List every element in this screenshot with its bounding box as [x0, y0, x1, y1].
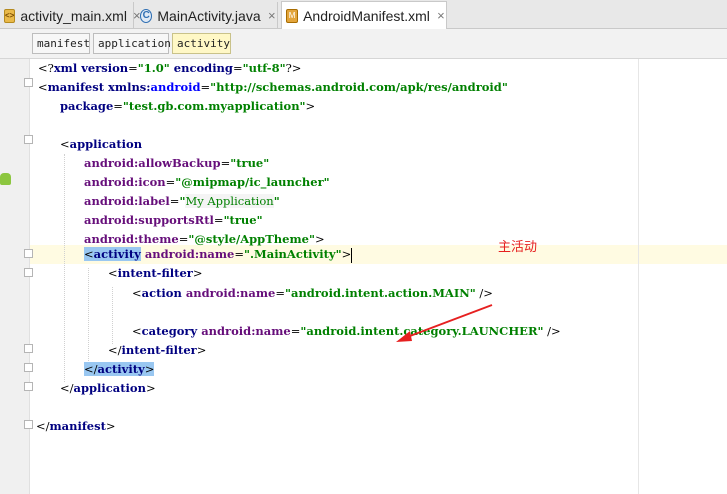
- tab-label: AndroidManifest.xml: [303, 7, 430, 24]
- code-line: <intent-filter>: [108, 266, 203, 280]
- fold-marker-icon[interactable]: [24, 268, 34, 278]
- tab-label: activity_main.xml: [20, 7, 127, 24]
- manifest-file-icon: M: [286, 8, 299, 23]
- fold-marker-icon[interactable]: [24, 420, 34, 430]
- code-line: package="test.gb.com.myapplication">: [60, 99, 316, 113]
- xml-file-icon: <>: [4, 8, 16, 23]
- fold-marker-icon[interactable]: [24, 382, 34, 392]
- breadcrumb-activity[interactable]: activity: [172, 33, 231, 54]
- code-line: <manifest xmlns:android="http://schemas.…: [38, 80, 508, 94]
- code-line-activity: <activity android:name=".MainActivity">: [84, 247, 353, 263]
- code-line: </intent-filter>: [108, 343, 207, 357]
- tab-activity-main-xml[interactable]: <> activity_main.xml ×: [0, 2, 141, 29]
- fold-marker-icon[interactable]: [24, 344, 34, 354]
- code-line: </activity>: [84, 362, 155, 376]
- code-line: </application>: [60, 381, 156, 395]
- fold-marker-icon[interactable]: [24, 249, 34, 259]
- code-editor[interactable]: <?xml version="1.0" encoding="utf-8"?> <…: [0, 59, 727, 494]
- text-caret: [351, 247, 353, 263]
- code-line: <action android:name="android.intent.act…: [132, 286, 493, 300]
- fold-marker-icon[interactable]: [24, 363, 34, 373]
- code-line: android:icon="@mipmap/ic_launcher": [84, 175, 330, 189]
- code-line: <?xml version="1.0" encoding="utf-8"?>: [38, 61, 302, 75]
- java-class-icon: C: [140, 8, 153, 23]
- tab-label: MainActivity.java: [157, 7, 261, 24]
- code-line: </manifest>: [36, 419, 116, 433]
- code-line: <application: [60, 137, 143, 151]
- fold-marker-icon[interactable]: [24, 78, 34, 88]
- tab-main-activity-java[interactable]: C MainActivity.java ×: [136, 2, 278, 29]
- fold-marker-icon[interactable]: [24, 135, 34, 145]
- right-margin-guide: [638, 59, 639, 494]
- code-line: android:allowBackup="true": [84, 156, 270, 170]
- editor-tab-bar: <> activity_main.xml × C MainActivity.ja…: [0, 0, 727, 29]
- indent-guide: [88, 268, 89, 363]
- breadcrumb: manifest application activity: [0, 29, 727, 59]
- breadcrumb-manifest[interactable]: manifest: [32, 33, 90, 54]
- android-icon: [0, 173, 11, 185]
- close-icon[interactable]: ×: [267, 8, 277, 23]
- code-line: android:supportsRtl="true": [84, 213, 263, 227]
- annotation-arrow-icon: [396, 304, 493, 342]
- code-line: android:label="My Application": [84, 194, 280, 208]
- close-icon[interactable]: ×: [436, 8, 446, 23]
- indent-guide: [112, 287, 113, 344]
- annotation-label: 主活动: [498, 240, 538, 255]
- tab-android-manifest-xml[interactable]: M AndroidManifest.xml ×: [281, 1, 447, 29]
- indent-guide: [64, 154, 65, 382]
- breadcrumb-application[interactable]: application: [93, 33, 171, 54]
